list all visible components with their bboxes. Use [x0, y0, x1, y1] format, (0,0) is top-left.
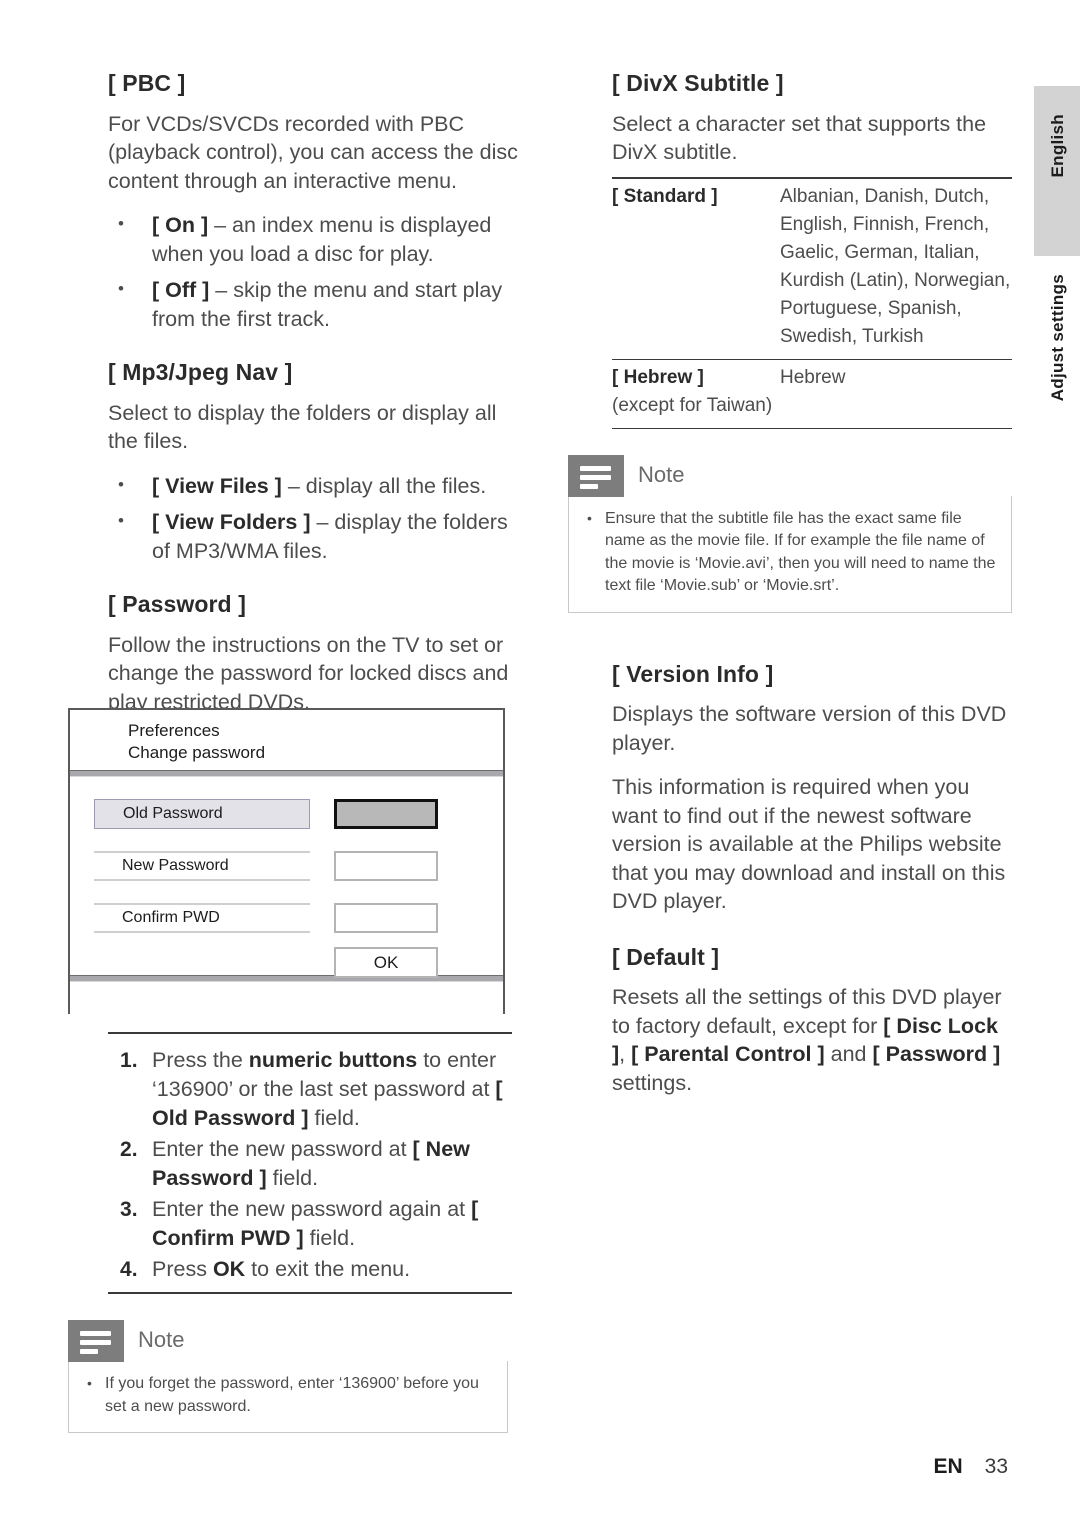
list-item: Enter the new password at [ New Password… [108, 1135, 512, 1193]
list-item: [ On ] – an index menu is displayed when… [108, 210, 520, 268]
new-password-input[interactable] [334, 851, 438, 881]
default-text-mid1: , [619, 1042, 632, 1067]
password-paragraph: Follow the instructions on the TV to set… [108, 632, 509, 714]
list-item: Enter the new password again at [ Confir… [108, 1195, 512, 1253]
note-header: Note [568, 454, 1012, 497]
page-footer: EN 33 [933, 1455, 1008, 1479]
list-item: [ View Folders ] – display the folders o… [108, 507, 520, 565]
step-text-post: to exit the menu. [245, 1257, 411, 1281]
list-item: If you forget the password, enter ‘13690… [83, 1372, 493, 1418]
mp3jpeg-paragraph: Select to display the folders or display… [108, 400, 497, 454]
new-password-label: New Password [94, 851, 310, 881]
option-label: [ On ] [152, 213, 209, 238]
note-list: Ensure that the subtitle file has the ex… [583, 507, 997, 598]
confirm-pwd-row: Confirm PWD [94, 903, 310, 933]
charset-option-cell: [ Standard ] [612, 178, 780, 360]
note-list: If you forget the password, enter ‘13690… [83, 1372, 493, 1418]
step-text: Press the [152, 1048, 249, 1072]
left-note-box: Note If you forget the password, enter ‘… [68, 1320, 508, 1433]
step-text: Enter the new password at [152, 1137, 413, 1161]
default-heading: [ Default ] [612, 943, 720, 970]
default-paragraph: Resets all the settings of this DVD play… [612, 983, 1012, 1097]
option-label: [ Off ] [152, 278, 210, 303]
default-text-mid2: and [824, 1042, 873, 1067]
step-text: Press [152, 1257, 213, 1281]
dialog-body: Old Password New Password Confirm PWD OK [70, 777, 503, 978]
old-password-label: Old Password [94, 799, 310, 829]
pbc-heading: [ PBC ] [108, 70, 186, 96]
charset-option: [ Standard ] [612, 185, 718, 207]
option-label: [ View Folders ] [152, 510, 311, 535]
password-steps-block: Press the numeric buttons to enter ‘1369… [68, 1032, 512, 1433]
charset-languages-cell: Hebrew [780, 366, 846, 388]
step-text: Enter the new password again at [152, 1197, 472, 1221]
list-item: [ View Files ] – display all the files. [108, 471, 520, 501]
version-info-paragraph-2: This information is required when you wa… [612, 775, 1006, 914]
option-desc: – display all the files. [281, 473, 487, 498]
pbc-paragraph: For VCDs/SVCDs recorded with PBC (playba… [108, 111, 518, 193]
table-row: [ Standard ] Albanian, Danish, Dutch, En… [612, 177, 1012, 360]
side-tab-section-label: Adjust settings [1048, 274, 1067, 402]
step-bold: OK [212, 1257, 246, 1281]
charset-table: [ Standard ] Albanian, Danish, Dutch, En… [612, 177, 1012, 429]
footer-locale: EN [933, 1455, 963, 1478]
dialog-bottom-separator [70, 975, 503, 982]
step-text-post: field. [266, 1166, 319, 1190]
old-password-row: Old Password [94, 799, 310, 829]
version-info-heading: [ Version Info ] [612, 660, 774, 687]
charset-option-cell: [ Hebrew ] (except for Taiwan) [612, 359, 780, 428]
steps-top-rule [108, 1032, 512, 1034]
dialog-top-separator [70, 770, 503, 777]
password-heading: [ Password ] [108, 591, 246, 618]
change-password-dialog-figure: Preferences Change password Old Password… [68, 708, 505, 1026]
dialog-title-line1: Preferences [128, 721, 220, 740]
option-label: [ View Files ] [152, 473, 282, 498]
default-text-post: settings. [612, 1070, 693, 1095]
footer-page-number: 33 [984, 1455, 1008, 1478]
dialog-footer-area [70, 982, 503, 1026]
divx-subtitle-paragraph: Select a character set that supports the… [612, 111, 987, 165]
note-content: If you forget the password, enter ‘13690… [68, 1361, 508, 1433]
confirm-pwd-label: Confirm PWD [94, 903, 310, 933]
list-item: [ Off ] – skip the menu and start play f… [108, 275, 520, 333]
side-tab-language: English [1034, 86, 1080, 256]
note-content: Ensure that the subtitle file has the ex… [568, 495, 1012, 613]
charset-option: [ Hebrew ] [612, 366, 704, 388]
list-item: Press the numeric buttons to enter ‘1369… [108, 1046, 512, 1133]
dialog-ok-button[interactable]: OK [334, 947, 438, 978]
note-lines-icon [68, 1320, 124, 1362]
side-tab-section: Adjust settings [1034, 268, 1080, 428]
right-note-box: Note Ensure that the subtitle file has t… [568, 454, 1012, 613]
mp3jpeg-heading: [ Mp3/Jpeg Nav ] [108, 359, 293, 386]
side-tab-language-label: English [1048, 114, 1067, 178]
version-info-paragraph-1: Displays the software version of this DV… [612, 702, 1007, 755]
dialog-title: Preferences Change password [70, 710, 503, 770]
step-text-post: field. [308, 1106, 360, 1130]
mp3jpeg-bullet-list: [ View Files ] – display all the files. … [108, 471, 520, 566]
note-title: Note [638, 461, 685, 487]
step-bold: numeric buttons [248, 1048, 418, 1072]
new-password-row: New Password [94, 851, 310, 881]
dialog-title-line2: Change password [128, 743, 266, 762]
confirm-pwd-input[interactable] [334, 903, 438, 933]
pbc-bullet-list: [ On ] – an index menu is displayed when… [108, 210, 520, 333]
note-lines-icon [568, 454, 624, 497]
manual-page: [ PBC ] For VCDs/SVCDs recorded with PBC… [0, 0, 1080, 1527]
default-bold-password: [ Password ] [872, 1042, 1001, 1067]
default-bold-parental-control: [ Parental Control ] [631, 1042, 825, 1067]
divx-subtitle-heading: [ DivX Subtitle ] [612, 70, 784, 96]
charset-languages-cell: Albanian, Danish, Dutch, English, Finnis… [780, 185, 1011, 347]
list-item: Ensure that the subtitle file has the ex… [583, 507, 997, 598]
note-header: Note [68, 1320, 508, 1362]
left-column: [ PBC ] For VCDs/SVCDs recorded with PBC… [108, 70, 520, 732]
charset-option-note: (except for Taiwan) [612, 394, 773, 416]
step-text-post: field. [303, 1226, 356, 1250]
password-steps: Press the numeric buttons to enter ‘1369… [108, 1046, 512, 1284]
note-title: Note [138, 1327, 185, 1352]
table-row: [ Hebrew ] (except for Taiwan) Hebrew [612, 359, 1012, 429]
steps-bottom-rule [108, 1292, 512, 1294]
old-password-input[interactable] [334, 799, 438, 829]
right-column: [ DivX Subtitle ] Select a character set… [568, 70, 1012, 1113]
list-item: Press OK to exit the menu. [108, 1255, 512, 1284]
